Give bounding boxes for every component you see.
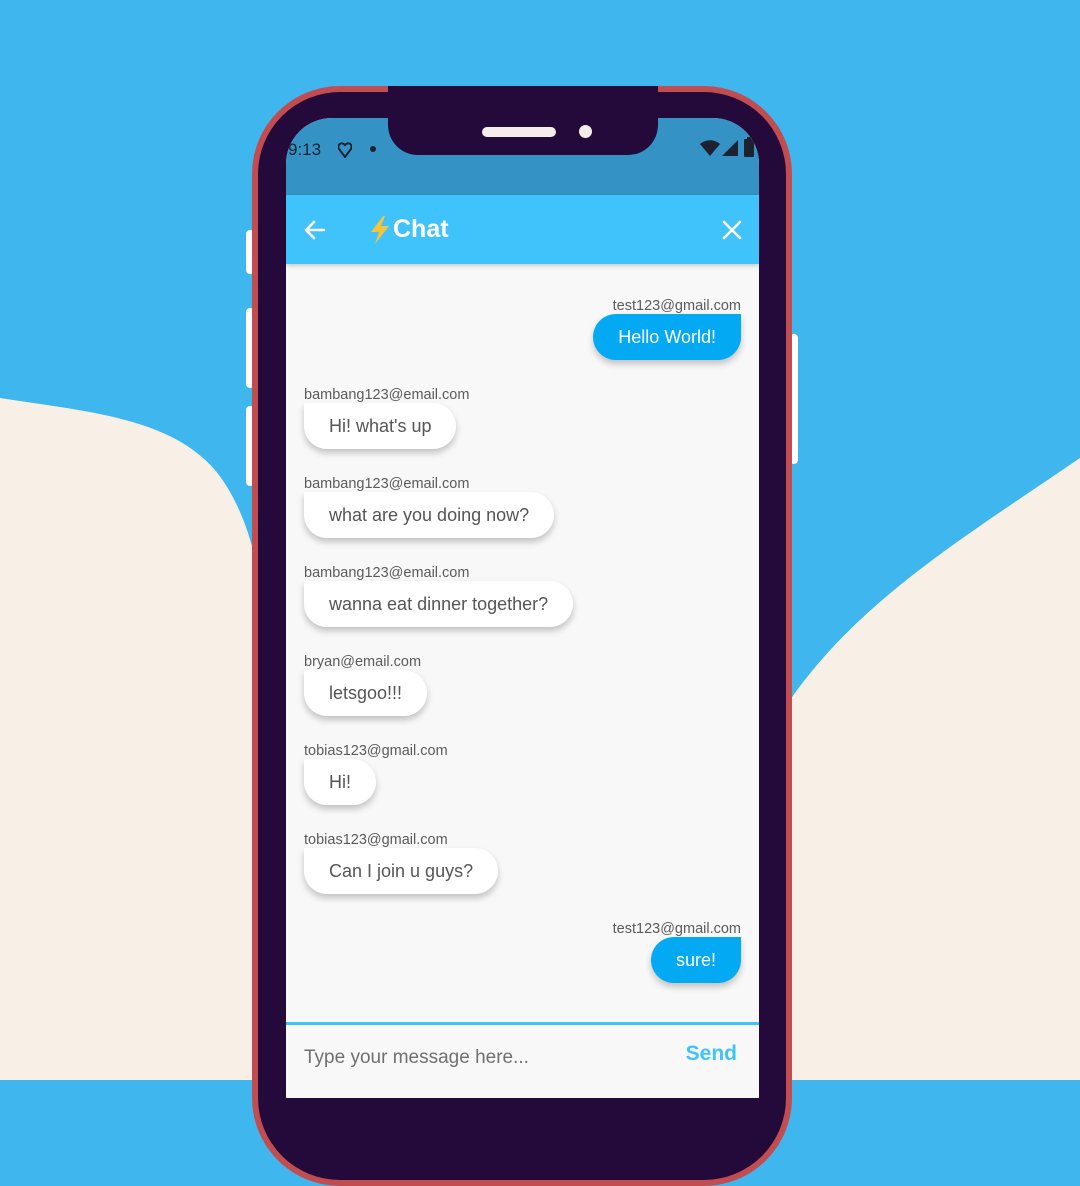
app-bar: Chat bbox=[286, 195, 759, 264]
message-bubble[interactable]: Hello World! bbox=[593, 314, 741, 360]
page-title-text: Chat bbox=[393, 215, 449, 243]
message-sender: bambang123@email.com bbox=[304, 476, 470, 492]
message-sender: tobias123@gmail.com bbox=[304, 743, 448, 759]
message-item: bambang123@email.com what are you doing … bbox=[304, 476, 555, 538]
lightning-bolt-icon bbox=[371, 215, 389, 244]
message-sender: bambang123@email.com bbox=[304, 565, 470, 581]
wifi-icon bbox=[700, 140, 720, 156]
front-camera bbox=[579, 125, 592, 138]
message-item: test123@gmail.com Hello World! bbox=[593, 298, 741, 360]
phone-screen: 9:13 Chat test123@gmail.com Hello World!… bbox=[286, 118, 759, 1098]
phone-notch bbox=[388, 86, 658, 155]
speaker-grille bbox=[482, 127, 556, 137]
message-sender: bambang123@email.com bbox=[304, 387, 470, 403]
message-bubble[interactable]: wanna eat dinner together? bbox=[304, 581, 574, 627]
battery-icon bbox=[744, 137, 754, 157]
message-sender: tobias123@gmail.com bbox=[304, 832, 448, 848]
message-item: bambang123@email.com wanna eat dinner to… bbox=[304, 565, 574, 627]
message-sender: test123@gmail.com bbox=[612, 298, 741, 314]
message-bubble[interactable]: sure! bbox=[650, 937, 741, 983]
signal-icon bbox=[722, 140, 738, 156]
message-bubble[interactable]: letsgoo!!! bbox=[304, 670, 428, 716]
message-bubble[interactable]: Hi! bbox=[304, 759, 376, 805]
message-composer: Send bbox=[286, 1022, 759, 1098]
message-item: bryan@email.com letsgoo!!! bbox=[304, 654, 428, 716]
message-item: bambang123@email.com Hi! what's up bbox=[304, 387, 469, 449]
heart-monitor-icon bbox=[338, 142, 352, 158]
message-bubble[interactable]: Can I join u guys? bbox=[304, 848, 499, 894]
back-arrow-icon[interactable] bbox=[300, 215, 330, 245]
page-title: Chat bbox=[370, 215, 449, 244]
message-sender: bryan@email.com bbox=[304, 654, 422, 670]
message-item: test123@gmail.com sure! bbox=[613, 921, 741, 983]
status-time: 9:13 bbox=[288, 140, 322, 159]
dot-icon bbox=[370, 146, 376, 152]
message-bubble[interactable]: Hi! what's up bbox=[304, 403, 457, 449]
message-sender: test123@gmail.com bbox=[612, 921, 741, 937]
close-icon[interactable] bbox=[717, 215, 747, 245]
message-item: tobias123@gmail.com Hi! bbox=[304, 743, 448, 805]
send-button[interactable]: Send bbox=[686, 1042, 737, 1066]
message-bubble[interactable]: what are you doing now? bbox=[304, 492, 555, 538]
message-item: tobias123@gmail.com Can I join u guys? bbox=[304, 832, 499, 894]
message-input[interactable] bbox=[304, 1043, 654, 1073]
